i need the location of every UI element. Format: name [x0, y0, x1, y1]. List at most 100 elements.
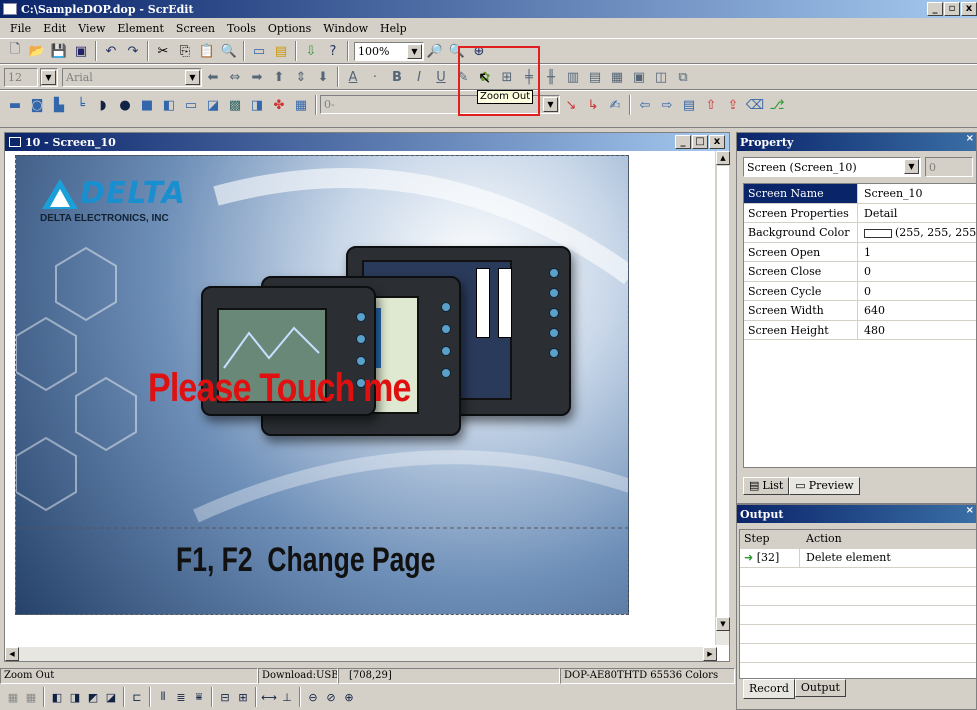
close-icon[interactable]: ×: [966, 505, 974, 516]
chevron-down-icon[interactable]: ▼: [41, 69, 56, 85]
download-icon[interactable]: ⇩: [300, 41, 322, 61]
property-row[interactable]: Screen Width 640: [744, 301, 976, 321]
menu-screen[interactable]: Screen: [170, 22, 221, 35]
close-icon[interactable]: ×: [966, 133, 974, 144]
underline-icon[interactable]: U: [430, 67, 452, 87]
property-row[interactable]: Screen Height 480: [744, 320, 976, 340]
design-canvas[interactable]: DELTA DELTA ELECTRONICS, INC Please Touc…: [5, 151, 717, 645]
align-top-icon[interactable]: ⬆: [268, 67, 290, 87]
align-left-icon[interactable]: ⬅: [202, 67, 224, 87]
font-size-dropdown[interactable]: ▼: [40, 67, 58, 87]
grid-icon[interactable]: ▦: [4, 688, 22, 706]
property-value[interactable]: Detail: [858, 203, 976, 222]
alarm-element-icon[interactable]: ◨: [246, 95, 268, 115]
group-icon[interactable]: ▣: [628, 67, 650, 87]
space-h-icon[interactable]: ⫴: [154, 688, 172, 706]
property-value[interactable]: (255, 255, 255): [858, 223, 976, 242]
same-width-icon[interactable]: ▥: [562, 67, 584, 87]
chevron-down-icon[interactable]: ▼: [185, 69, 200, 85]
vertical-scroll-thumb[interactable]: [716, 165, 730, 625]
chart-element-icon[interactable]: ◪: [202, 95, 224, 115]
object-select[interactable]: Screen (Screen_10) ▼: [743, 157, 921, 177]
display-element-icon[interactable]: ▭: [180, 95, 202, 115]
pointer-icon[interactable]: ↘: [560, 95, 582, 115]
property-row[interactable]: Screen Properties Detail: [744, 203, 976, 223]
screen-list-icon[interactable]: ▤: [678, 95, 700, 115]
menu-tools[interactable]: Tools: [221, 22, 262, 35]
editor-close-button[interactable]: x: [709, 135, 725, 149]
rect-element-icon[interactable]: ■: [136, 95, 158, 115]
menu-help[interactable]: Help: [374, 22, 413, 35]
save-as-icon[interactable]: ▣: [70, 41, 92, 61]
property-value[interactable]: 1: [858, 242, 976, 261]
horizontal-scrollbar[interactable]: ◀ ▶: [5, 647, 717, 661]
chevron-down-icon[interactable]: ▼: [407, 43, 422, 59]
align-left-edge-icon[interactable]: ⊏: [128, 688, 146, 706]
properties-icon[interactable]: ✍: [604, 95, 626, 115]
align-center-icon[interactable]: ⇔: [224, 67, 246, 87]
property-value[interactable]: Screen_10: [858, 184, 976, 203]
align-bottom-icon[interactable]: ⬇: [312, 67, 334, 87]
editor-minimize-button[interactable]: _: [675, 135, 691, 149]
pipe-element-icon[interactable]: ╘: [70, 95, 92, 115]
zoom-in-icon[interactable]: 🔎: [424, 41, 446, 61]
circle-element-icon[interactable]: ●: [114, 95, 136, 115]
screen-preview[interactable]: DELTA DELTA ELECTRONICS, INC Please Touc…: [15, 155, 629, 615]
send-back-icon[interactable]: ◨: [66, 688, 84, 706]
menu-file[interactable]: File: [4, 22, 37, 35]
menu-window[interactable]: Window: [317, 22, 374, 35]
menu-view[interactable]: View: [72, 22, 111, 35]
screen-open-icon[interactable]: ▤: [270, 41, 292, 61]
object-index-spinner[interactable]: 0: [925, 157, 973, 177]
keypad-element-icon[interactable]: ▦: [290, 95, 312, 115]
align-middle-icon[interactable]: ⇕: [290, 67, 312, 87]
eraser-icon[interactable]: ⌫: [744, 95, 766, 115]
menu-element[interactable]: Element: [111, 22, 170, 35]
center-page-v-icon[interactable]: ⊞: [234, 688, 252, 706]
same-height-icon[interactable]: ▤: [584, 67, 606, 87]
lamp-element-icon[interactable]: ◗: [92, 95, 114, 115]
find-icon[interactable]: 🔍: [218, 41, 240, 61]
italic-icon[interactable]: I: [408, 67, 430, 87]
next-screen-icon[interactable]: ⇨: [656, 95, 678, 115]
tab-list[interactable]: ▤ List: [743, 477, 790, 495]
button-element-icon[interactable]: ▬: [4, 95, 26, 115]
fill-color-icon[interactable]: ·: [364, 67, 386, 87]
property-row[interactable]: Screen Close Macro0: [744, 262, 976, 297]
save-icon[interactable]: 💾: [48, 41, 70, 61]
new-screen-icon[interactable]: ▭: [248, 41, 270, 61]
redo-icon[interactable]: ↷: [122, 41, 144, 61]
upload-icon[interactable]: ⇧: [700, 95, 722, 115]
tab-preview[interactable]: ▭ Preview: [789, 477, 860, 495]
space-equal-icon[interactable]: ⩸: [190, 688, 208, 706]
scroll-left-icon[interactable]: ◀: [5, 647, 19, 661]
vertical-scrollbar[interactable]: ▲ ▼: [715, 151, 730, 645]
same-size-icon[interactable]: ▦: [606, 67, 628, 87]
match-height-icon[interactable]: ⊥: [278, 688, 296, 706]
bar-element-icon[interactable]: ▙: [48, 95, 70, 115]
zoom-select[interactable]: 100% ▼: [354, 41, 424, 61]
prev-screen-icon[interactable]: ⇦: [634, 95, 656, 115]
table-row[interactable]: ➜ [32] Delete element: [740, 549, 976, 568]
property-value[interactable]: 0: [858, 281, 976, 300]
meter-element-icon[interactable]: ◙: [26, 95, 48, 115]
property-row[interactable]: Screen Cycle Macro0: [744, 281, 976, 317]
property-value[interactable]: 640: [858, 301, 976, 320]
restore-button[interactable]: ▫: [944, 2, 960, 16]
center-v-icon[interactable]: ╫: [540, 67, 562, 87]
property-row[interactable]: Screen Name Screen_10: [744, 184, 976, 204]
send-backward-icon[interactable]: ◪: [102, 688, 120, 706]
editor-restore-button[interactable]: □: [692, 135, 708, 149]
pointer-multi-icon[interactable]: ↳: [582, 95, 604, 115]
tab-output[interactable]: Output: [794, 679, 846, 697]
chevron-down-icon[interactable]: ▼: [904, 159, 919, 174]
scroll-right-icon[interactable]: ▶: [703, 647, 717, 661]
font-name-select[interactable]: Arial ▼: [62, 67, 202, 87]
property-value[interactable]: 480: [858, 320, 976, 339]
close-button[interactable]: x: [961, 2, 977, 16]
column-header-step[interactable]: Step: [740, 530, 800, 548]
bring-forward-icon[interactable]: ◩: [84, 688, 102, 706]
picture-element-icon[interactable]: ▩: [224, 95, 246, 115]
cut-icon[interactable]: ✂: [152, 41, 174, 61]
font-color-icon[interactable]: A: [342, 67, 364, 87]
